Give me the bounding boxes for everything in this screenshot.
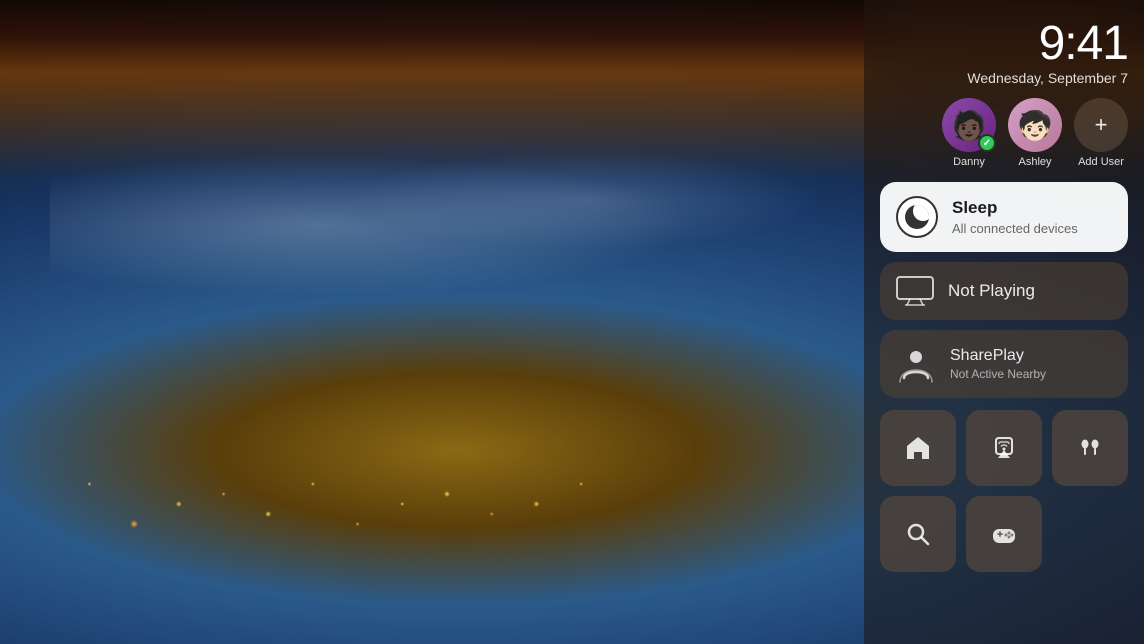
add-user-label: Add User	[1078, 156, 1124, 168]
clock-time: 9:41	[880, 20, 1128, 68]
sleep-subtitle: All connected devices	[952, 221, 1112, 236]
sleep-text: Sleep All connected devices	[952, 198, 1112, 235]
add-user-item[interactable]: + Add User	[1074, 98, 1128, 168]
airpods-icon	[1076, 434, 1104, 462]
cloud-layer	[50, 100, 944, 350]
not-playing-label: Not Playing	[948, 281, 1035, 301]
add-user-button[interactable]: +	[1074, 98, 1128, 152]
airplay-button[interactable]	[966, 410, 1042, 486]
plus-icon: +	[1095, 114, 1108, 136]
ashley-label: Ashley	[1018, 156, 1051, 168]
shareplay-icon	[896, 344, 936, 384]
shareplay-subtitle: Not Active Nearby	[950, 367, 1112, 381]
not-playing-card[interactable]: Not Playing	[880, 262, 1128, 320]
users-section: 🧑🏿 ✓ Danny 🧒🏻 Ashley + Add User	[880, 98, 1128, 168]
sleep-icon-cut	[913, 205, 929, 221]
avatar-ashley-wrapper: 🧒🏻	[1008, 98, 1062, 152]
user-ashley[interactable]: 🧒🏻 Ashley	[1008, 98, 1062, 168]
danny-check-badge: ✓	[978, 134, 996, 152]
gamepad-button[interactable]	[966, 496, 1042, 572]
sleep-card[interactable]: Sleep All connected devices	[880, 182, 1128, 252]
sleep-icon-inner	[905, 205, 929, 229]
clock-section: 9:41 Wednesday, September 7	[880, 20, 1128, 86]
monitor-icon	[896, 276, 934, 306]
shareplay-text: SharePlay Not Active Nearby	[950, 347, 1112, 381]
icon-grid	[880, 410, 1128, 572]
sleep-title: Sleep	[952, 198, 1112, 218]
airplay-icon	[990, 434, 1018, 462]
control-center-panel: 9:41 Wednesday, September 7 🧑🏿 ✓ Danny 🧒…	[864, 0, 1144, 644]
clock-date: Wednesday, September 7	[880, 70, 1128, 86]
avatar-danny-wrapper: 🧑🏿 ✓	[942, 98, 996, 152]
gamepad-icon	[990, 520, 1018, 548]
sleep-icon	[896, 196, 938, 238]
airpods-button[interactable]	[1052, 410, 1128, 486]
search-icon	[904, 520, 932, 548]
home-button[interactable]	[880, 410, 956, 486]
shareplay-card[interactable]: SharePlay Not Active Nearby	[880, 330, 1128, 398]
shareplay-title: SharePlay	[950, 347, 1112, 365]
search-button[interactable]	[880, 496, 956, 572]
avatar-ashley: 🧒🏻	[1008, 98, 1062, 152]
user-danny[interactable]: 🧑🏿 ✓ Danny	[942, 98, 996, 168]
city-lights	[0, 364, 894, 564]
home-icon	[904, 434, 932, 462]
danny-label: Danny	[953, 156, 985, 168]
